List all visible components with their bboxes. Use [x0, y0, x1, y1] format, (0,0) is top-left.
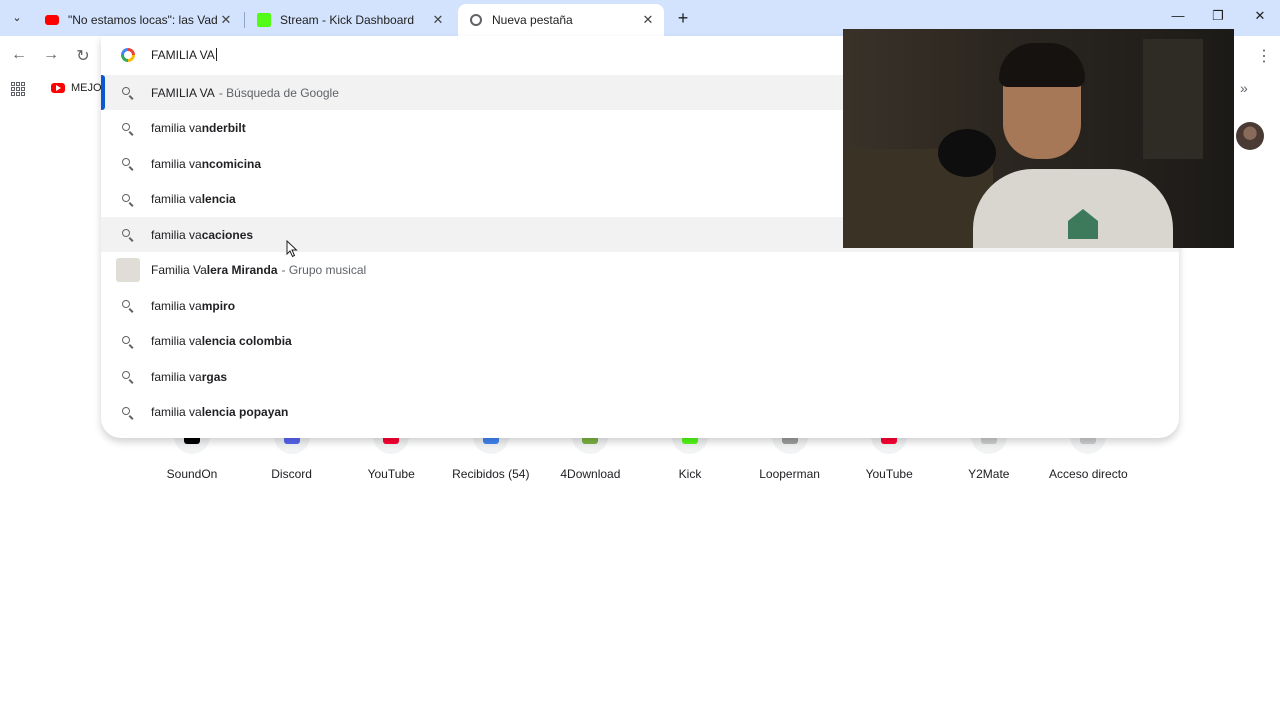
suggestion-text: familia vargas	[151, 369, 228, 384]
tab-title: "No estamos locas": las Vadalá,	[68, 13, 218, 27]
forward-arrow-icon[interactable]: →	[41, 46, 61, 64]
suggestion-item[interactable]: familia vargas	[101, 359, 1179, 394]
apps-grid-icon[interactable]	[11, 82, 25, 96]
suggestion-text: Familia Valera Miranda - Grupo musical	[151, 263, 367, 277]
youtube-icon	[51, 83, 65, 93]
minimize-icon[interactable]: —	[1168, 8, 1188, 23]
suggestion-text: familia vanderbilt	[151, 121, 246, 135]
search-icon	[121, 406, 135, 420]
shortcut-label: Recibidos (54)	[452, 467, 530, 481]
tab-separator	[244, 12, 245, 28]
tab-new-tab[interactable]: Nueva pestaña ✕	[458, 4, 664, 36]
entity-thumbnail-icon	[116, 257, 140, 282]
suggestion-item[interactable]: familia valencia popayan	[101, 395, 1179, 430]
suggestion-text: familia valencia popayan	[151, 405, 289, 419]
search-icon	[121, 193, 135, 207]
chrome-icon	[468, 12, 484, 28]
shortcut-label: Y2Mate	[968, 467, 1010, 481]
shortcut-label: Acceso directo	[1049, 467, 1128, 481]
google-icon	[121, 48, 135, 62]
suggestion-text: familia vampiro	[151, 298, 236, 313]
suggestion-text: FAMILIA VA - Búsqueda de Google	[151, 85, 339, 100]
search-icon	[121, 299, 135, 313]
window-close-icon[interactable]: ✕	[1250, 8, 1270, 24]
shortcut-label: YouTube	[865, 467, 913, 481]
search-icon	[121, 335, 135, 349]
close-icon[interactable]: ✕	[640, 12, 656, 28]
search-icon	[121, 228, 135, 242]
selection-indicator	[101, 75, 105, 110]
avatar[interactable]	[1236, 122, 1264, 150]
shortcut-label: Looperman	[759, 467, 820, 481]
mouse-cursor-icon	[286, 239, 298, 258]
tab-kick-dashboard[interactable]: Stream - Kick Dashboard ✕	[246, 4, 454, 36]
suggestion-item[interactable]: familia valencia colombia	[101, 324, 1179, 359]
omnibox-query[interactable]: FAMILIA VA	[151, 48, 217, 62]
close-icon[interactable]: ✕	[430, 12, 446, 28]
search-icon	[121, 157, 135, 171]
suggestion-item[interactable]: familia vampiro	[101, 288, 1179, 323]
shortcut-label: YouTube	[367, 467, 415, 481]
suggestion-item[interactable]: Familia Valera Miranda - Grupo musical	[101, 253, 1179, 288]
suggestion-text: familia vacaciones	[151, 227, 254, 242]
reload-icon[interactable]: ↻	[73, 46, 93, 66]
youtube-icon	[44, 12, 60, 28]
tab-title: Nueva pestaña	[492, 13, 573, 27]
tab-title: Stream - Kick Dashboard	[280, 13, 415, 27]
search-icon	[121, 370, 135, 384]
tab-youtube[interactable]: "No estamos locas": las Vadalá, ✕	[34, 4, 242, 36]
restore-icon[interactable]: ❐	[1208, 8, 1228, 24]
suggestion-text: familia valencia	[151, 192, 236, 206]
shortcut-label: 4Download	[560, 467, 621, 481]
kick-icon	[256, 12, 272, 28]
back-arrow-icon[interactable]: ←	[9, 46, 29, 64]
close-icon[interactable]: ✕	[218, 12, 234, 28]
tab-search-icon[interactable]: ⌄	[6, 6, 28, 28]
shortcut-label: Discord	[271, 467, 312, 481]
shortcut-label: Kick	[678, 467, 702, 481]
suggestion-text: familia valencia colombia	[151, 334, 292, 348]
new-tab-plus-icon[interactable]: +	[672, 8, 694, 28]
search-icon	[121, 86, 135, 100]
webcam-overlay	[843, 29, 1234, 248]
search-icon	[121, 122, 135, 136]
shortcut-label: SoundOn	[166, 467, 218, 481]
menu-kebab-icon[interactable]: ⋮	[1256, 46, 1272, 66]
double-chevron-icon[interactable]: »	[1240, 80, 1248, 96]
suggestion-text: familia vancomicina	[151, 156, 262, 171]
